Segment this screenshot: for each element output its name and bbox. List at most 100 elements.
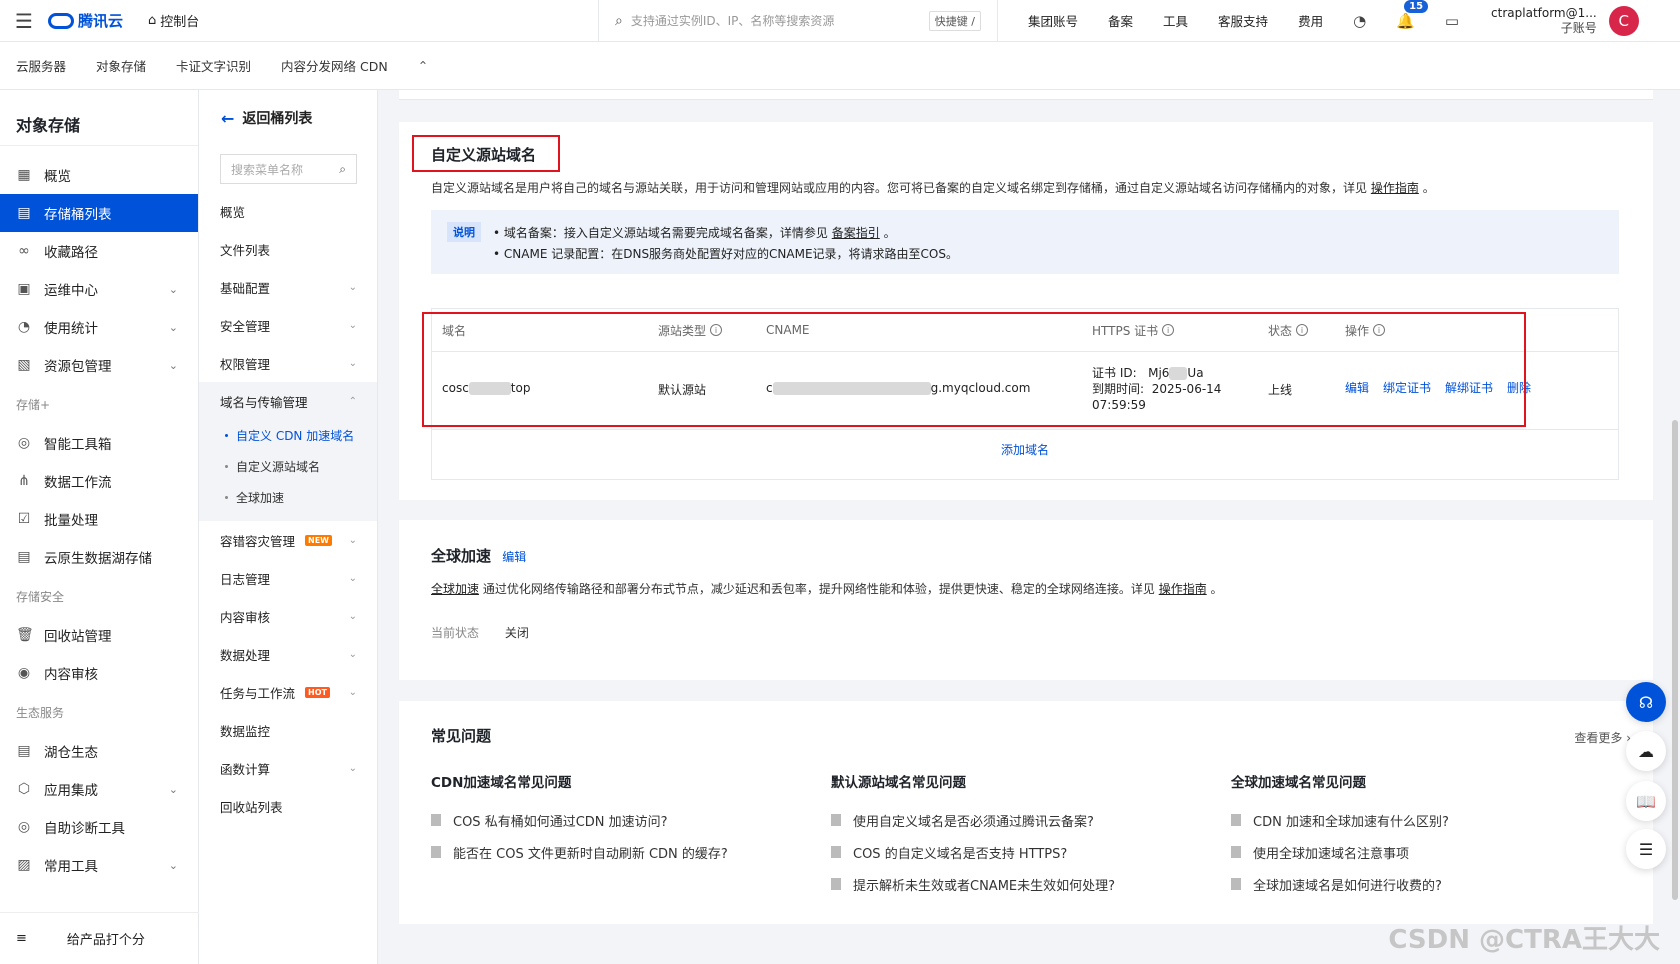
- help-icon[interactable]: ◔: [1353, 12, 1366, 30]
- chevron-down-icon: ⌄: [348, 686, 357, 698]
- sidebar-item-integration[interactable]: ⬡ 应用集成 ⌄: [0, 770, 198, 808]
- bell-icon[interactable]: 🔔 15: [1396, 0, 1429, 30]
- description-period: 。: [1210, 582, 1223, 596]
- menu-custom-origin-domain[interactable]: 自定义源站域名: [199, 451, 377, 482]
- bucket-menu: ← 返回桶列表 搜索菜单名称 ⌕ 概览 文件列表 基础配置 ⌄ 安全管理 ⌄ 权限管理 ⌄…: [199, 90, 378, 964]
- nav-icp[interactable]: 备案: [1108, 11, 1133, 30]
- collapse-icon[interactable]: ⌃: [418, 58, 428, 73]
- menu-domain-transfer[interactable]: 域名与传输管理 ⌃: [199, 382, 377, 420]
- faq-question[interactable]: 全球加速域名是如何进行收费的?: [1231, 875, 1611, 907]
- menu-monitoring[interactable]: 数据监控: [199, 711, 377, 749]
- rate-product[interactable]: ≡ 给产品打个分: [0, 912, 199, 964]
- nav-billing[interactable]: 费用: [1298, 11, 1323, 30]
- sidebar-item-toolbox[interactable]: ◎ 智能工具箱: [0, 424, 198, 462]
- faq-question[interactable]: 提示解析未生效或者CNAME未生效如何处理?: [831, 875, 1211, 907]
- sidebar-item-bucket-list[interactable]: ▤ 存储桶列表: [0, 194, 198, 232]
- menu-recycle-list[interactable]: 回收站列表: [199, 787, 377, 825]
- menu-functions[interactable]: 函数计算 ⌄: [199, 749, 377, 787]
- main-content: 自定义源站域名 自定义源站域名是用户将自己的域名与源站关联，用于访问和管理网站或…: [378, 90, 1668, 964]
- chevron-down-icon: ⌄: [348, 572, 357, 584]
- avatar[interactable]: C: [1608, 5, 1639, 36]
- menu-disaster-recovery[interactable]: 容错容灾管理 NEW ⌄: [199, 521, 377, 559]
- faq-question[interactable]: 使用自定义域名是否必须通过腾讯云备案?: [831, 811, 1211, 843]
- account-info[interactable]: ctraplatform@1... 子账号: [1491, 6, 1597, 36]
- sidebar-item-lakehouse[interactable]: ▤ 湖仓生态: [0, 732, 198, 770]
- menu-global-acceleration[interactable]: 全球加速: [199, 482, 377, 513]
- menu-data-processing[interactable]: 数据处理 ⌄: [199, 635, 377, 673]
- view-more-link[interactable]: 查看更多 ›: [1574, 729, 1631, 746]
- shortcut-ocr[interactable]: 卡证文字识别: [176, 56, 251, 75]
- menu-label: 权限管理: [220, 356, 271, 372]
- sidebar-item-ops-center[interactable]: ▣ 运维中心 ⌄: [0, 270, 198, 308]
- edit-link[interactable]: 编辑: [502, 550, 526, 564]
- sidebar-item-data-lake[interactable]: ▤ 云原生数据湖存储: [0, 538, 198, 576]
- shortcut-cos[interactable]: 对象存储: [96, 56, 146, 75]
- section-description: 全球加速 通过优化网络传输路径和部署分布式节点，减少延迟和丢包率，提升网络性能和…: [431, 580, 1223, 597]
- docs-icon[interactable]: 📖: [1626, 781, 1666, 821]
- sidebar-item-favorites[interactable]: ∞ 收藏路径: [0, 232, 198, 270]
- faq-question-text: 能否在 COS 文件更新时自动刷新 CDN 的缓存?: [453, 847, 728, 862]
- nav-tools[interactable]: 工具: [1163, 11, 1188, 30]
- faq-column-default-origin: 默认源站域名常见问题 使用自定义域名是否必须通过腾讯云备案? COS 的自定义域…: [831, 771, 1211, 907]
- audit-icon: ◉: [17, 665, 31, 681]
- card-icon[interactable]: ▭: [1445, 12, 1459, 30]
- faq-question[interactable]: COS 私有桶如何通过CDN 加速访问?: [431, 811, 811, 843]
- diagnose-icon: ◎: [17, 819, 31, 835]
- list-icon[interactable]: ☰: [1626, 829, 1666, 869]
- left-sidebar: 对象存储 ▦ 概览 ▤ 存储桶列表 ∞ 收藏路径 ▣ 运维中心 ⌄ ◔ 使用统计 ⌄ ▧ 资源包…: [0, 90, 199, 964]
- chevron-down-icon: ⌄: [168, 358, 178, 372]
- sidebar-item-batch[interactable]: ☑ 批量处理: [0, 500, 198, 538]
- menu-search-input[interactable]: 搜索菜单名称 ⌕: [220, 154, 357, 184]
- sidebar-item-usage[interactable]: ◔ 使用统计 ⌄: [0, 308, 198, 346]
- link-icon: ∞: [18, 243, 30, 259]
- menu-security[interactable]: 安全管理 ⌄: [199, 306, 377, 344]
- menu-basic-config[interactable]: 基础配置 ⌄: [199, 268, 377, 306]
- shortcut-cdn[interactable]: 内容分发网络 CDN: [281, 56, 388, 75]
- sidebar-item-tools[interactable]: ▨ 常用工具 ⌄: [0, 846, 198, 884]
- notice-period: 。: [883, 226, 896, 240]
- icp-guide-link[interactable]: 备案指引: [832, 226, 880, 240]
- menu-label: 内容审核: [220, 609, 271, 625]
- faq-question[interactable]: COS 的自定义域名是否支持 HTTPS?: [831, 843, 1211, 875]
- console-link[interactable]: ⌂ 控制台: [148, 11, 598, 30]
- menu-content-audit[interactable]: 内容审核 ⌄: [199, 597, 377, 635]
- sidebar-item-diagnose[interactable]: ◎ 自助诊断工具: [0, 808, 198, 846]
- nav-group-account[interactable]: 集团账号: [1028, 11, 1078, 30]
- global-acceleration-link[interactable]: 全球加速: [431, 582, 479, 596]
- status-label: 当前状态: [431, 626, 480, 640]
- back-to-bucket-list[interactable]: ← 返回桶列表: [199, 90, 377, 146]
- nav-support[interactable]: 客服支持: [1218, 11, 1268, 30]
- sidebar-item-recycle[interactable]: 🗑 回收站管理: [0, 616, 198, 654]
- shortcut-cvm[interactable]: 云服务器: [16, 56, 66, 75]
- menu-custom-cdn-domain[interactable]: 自定义 CDN 加速域名: [199, 420, 377, 451]
- collapse-sidebar-icon[interactable]: ≡: [16, 931, 27, 946]
- global-search[interactable]: ⌕ 支持通过实例ID、IP、名称等搜索资源 快捷键 /: [598, 0, 998, 42]
- sidebar-item-audit[interactable]: ◉ 内容审核: [0, 654, 198, 692]
- faq-question[interactable]: 使用全球加速域名注意事项: [1231, 843, 1611, 875]
- menu-file-list[interactable]: 文件列表: [199, 230, 377, 268]
- bucket-icon: ▤: [17, 205, 31, 221]
- customer-service-icon[interactable]: ☊: [1626, 682, 1666, 722]
- menu-logs[interactable]: 日志管理 ⌄: [199, 559, 377, 597]
- cloud-assistant-icon[interactable]: ☁: [1626, 731, 1666, 771]
- guide-link[interactable]: 操作指南: [1371, 181, 1419, 195]
- faq-question[interactable]: CDN 加速和全球加速有什么区别?: [1231, 811, 1611, 843]
- package-icon: ▧: [17, 357, 31, 373]
- menu-permissions[interactable]: 权限管理 ⌄: [199, 344, 377, 382]
- faq-question[interactable]: 能否在 COS 文件更新时自动刷新 CDN 的缓存?: [431, 843, 811, 875]
- sidebar-item-overview[interactable]: ▦ 概览: [0, 156, 198, 194]
- faq-question-text: COS 私有桶如何通过CDN 加速访问?: [453, 815, 668, 830]
- menu-overview[interactable]: 概览: [199, 192, 377, 230]
- top-nav-links: 集团账号 备案 工具 客服支持 费用 ◔ 🔔 15 ▭: [1028, 0, 1459, 30]
- faq-question-text: 使用自定义域名是否必须通过腾讯云备案?: [853, 815, 1094, 830]
- brand-logo[interactable]: 腾讯云: [48, 10, 148, 31]
- search-icon: ⌕: [339, 161, 346, 176]
- menu-label: 域名与传输管理: [220, 394, 308, 410]
- menu-icon[interactable]: ☰: [0, 9, 48, 33]
- sidebar-item-workflow[interactable]: ⋔ 数据工作流: [0, 462, 198, 500]
- add-domain-button[interactable]: 添加域名: [432, 441, 1618, 458]
- sidebar-item-packages[interactable]: ▧ 资源包管理 ⌄: [0, 346, 198, 384]
- menu-tasks-workflow[interactable]: 任务与工作流 HOT ⌄: [199, 673, 377, 711]
- page-scrollbar[interactable]: [1672, 420, 1678, 900]
- guide-link[interactable]: 操作指南: [1159, 582, 1207, 596]
